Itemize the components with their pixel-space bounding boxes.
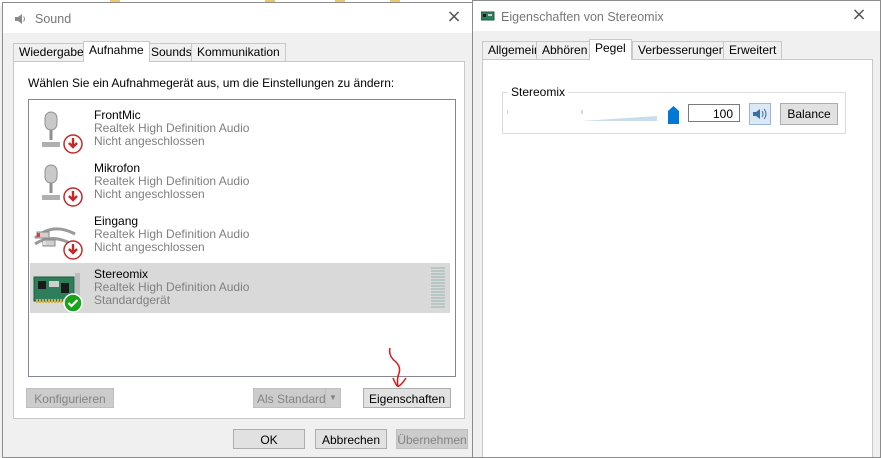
device-driver: Realtek High Definition Audio	[94, 121, 250, 135]
recording-device-list: FrontMic Realtek High Definition Audio N…	[28, 99, 456, 377]
speaker-icon	[753, 108, 767, 120]
cancel-button[interactable]: Abbrechen	[315, 429, 387, 449]
volume-slider-thumb[interactable]	[668, 106, 679, 124]
device-status: Nicht angeschlossen	[94, 187, 205, 201]
tab-kommunikation[interactable]: Kommunikation	[191, 43, 286, 61]
close-icon[interactable]: ×	[445, 8, 463, 27]
ok-button[interactable]: OK	[233, 429, 305, 449]
device-stereomix[interactable]: Stereomix Realtek High Definition Audio …	[30, 263, 450, 313]
speaker-icon	[15, 14, 25, 24]
tab-abhoeren[interactable]: Abhören	[536, 41, 594, 59]
device-name: FrontMic	[94, 108, 141, 122]
level-meter	[431, 267, 445, 309]
microphone-icon	[42, 111, 83, 154]
properties-titlebar[interactable]: Eigenschaften von Stereomix ×	[473, 1, 880, 31]
window-title: Eigenschaften von Stereomix	[501, 10, 664, 24]
configure-button[interactable]: Konfigurieren	[26, 388, 114, 408]
tab-sounds[interactable]: Sounds	[145, 43, 198, 61]
device-driver: Realtek High Definition Audio	[94, 280, 250, 294]
window-title: Sound	[35, 12, 72, 26]
chevron-down-icon[interactable]: ▼	[325, 389, 340, 407]
set-default-button[interactable]: Als Standard ▼	[253, 388, 341, 408]
level-group: Stereomix 100 Balance	[502, 85, 846, 134]
tab-verbesserungen[interactable]: Verbesserungen	[632, 41, 732, 59]
mute-toggle-button[interactable]	[749, 103, 771, 125]
apply-button[interactable]: Übernehmen	[396, 429, 468, 449]
tab-pegel[interactable]: Pegel	[589, 39, 632, 60]
sound-window: Sound × Wiedergabe Aufnahme Sounds Kommu…	[2, 2, 474, 458]
device-eingang[interactable]: Eingang Realtek High Definition Audio Ni…	[30, 210, 450, 260]
device-mikrofon[interactable]: Mikrofon Realtek High Definition Audio N…	[30, 157, 450, 207]
tab-wiedergabe[interactable]: Wiedergabe	[13, 43, 90, 61]
device-name: Mikrofon	[94, 161, 141, 175]
properties-button[interactable]: Eigenschaften	[363, 388, 451, 408]
circuit-board-icon	[33, 273, 83, 313]
device-frontmic[interactable]: FrontMic Realtek High Definition Audio N…	[30, 104, 450, 154]
device-status: Nicht angeschlossen	[94, 240, 205, 254]
microphone-icon	[42, 164, 83, 207]
device-name: Eingang	[94, 214, 139, 228]
level-value-input[interactable]: 100	[688, 104, 740, 122]
instruction-text: Wählen Sie ein Aufnahmegerät aus, um die…	[28, 76, 395, 90]
device-driver: Realtek High Definition Audio	[94, 227, 250, 241]
set-default-label: Als Standard	[257, 392, 326, 406]
device-driver: Realtek High Definition Audio	[94, 174, 250, 188]
levels-panel: Stereomix 100 Balance	[482, 59, 873, 457]
device-status: Nicht angeschlossen	[94, 134, 205, 148]
tab-bar: Wiedergabe Aufnahme Sounds Kommunikation	[13, 41, 463, 62]
group-label: Stereomix	[508, 85, 569, 99]
properties-window: Eigenschaften von Stereomix × Allgemein …	[472, 0, 881, 458]
circuit-board-icon	[481, 11, 495, 21]
tab-bar: Allgemein Abhören Pegel Verbesserungen E…	[482, 39, 872, 60]
tab-aufnahme[interactable]: Aufnahme	[83, 41, 150, 62]
device-name: Stereomix	[94, 267, 149, 281]
volume-slider-track[interactable]	[507, 99, 657, 121]
balance-button[interactable]: Balance	[780, 103, 838, 125]
sound-titlebar[interactable]: Sound ×	[3, 3, 473, 33]
tab-erweitert[interactable]: Erweitert	[723, 41, 783, 59]
device-status: Standardgerät	[94, 293, 171, 307]
cable-icon	[34, 227, 83, 260]
close-icon[interactable]: ×	[850, 6, 868, 25]
